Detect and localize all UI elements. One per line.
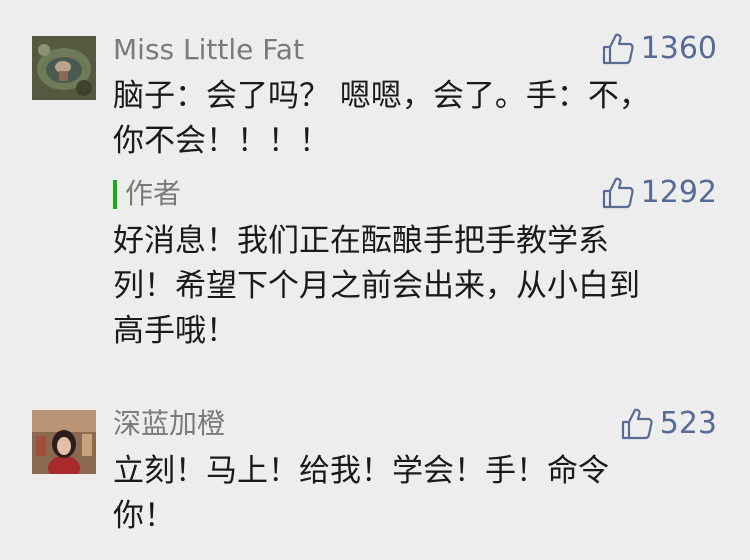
comment-text: 立刻！马上！给我！学会！手！命令 你！	[113, 453, 609, 534]
thumbs-up-icon	[602, 33, 634, 65]
like-count: 523	[659, 406, 717, 441]
like-count: 1292	[640, 175, 717, 210]
like-button[interactable]: 1292	[601, 173, 717, 213]
reply-text: 好消息！我们正在酝酿手把手教学系 列！希望下个月之前会出来，从小白到 高手哦！	[113, 223, 640, 349]
username[interactable]: Miss Little Fat	[113, 34, 304, 66]
like-count: 1360	[640, 31, 717, 66]
author-indicator	[113, 180, 117, 209]
author-label: 作者	[125, 177, 182, 210]
avatar[interactable]	[32, 410, 96, 474]
avatar[interactable]	[32, 36, 96, 100]
like-button[interactable]: 1360	[601, 29, 717, 69]
thumbs-up-icon	[621, 408, 653, 440]
username[interactable]: 深蓝加橙	[113, 408, 225, 440]
like-button[interactable]: 523	[620, 404, 717, 444]
comment-text: 脑子：会了吗？ 嗯嗯，会了。手：不， 你不会！！！！	[113, 78, 650, 159]
thumbs-up-icon	[602, 177, 634, 209]
